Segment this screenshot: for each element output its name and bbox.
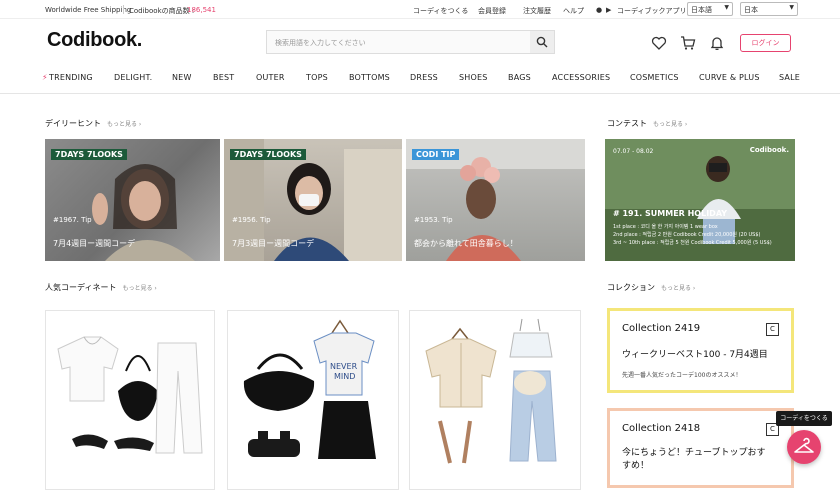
collection-icon: C <box>766 323 779 336</box>
more-link[interactable]: もっと見る › <box>122 285 156 292</box>
outfit-image: NEVER MIND <box>243 319 376 459</box>
nav-item-delight[interactable]: DELIGHT. <box>114 73 152 82</box>
search-button[interactable] <box>530 31 554 53</box>
shipping-text: Worldwide Free Shipping <box>45 6 132 14</box>
collection-subtitle: 今にちょうど！チューブトップおすすめ！ <box>622 448 766 471</box>
nav-item-tops[interactable]: TOPS <box>306 73 328 82</box>
contest-prize-line: 3rd ~ 10th place : 적립금 5 천원 Codibook Cre… <box>613 240 772 246</box>
more-link[interactable]: もっと見る › <box>107 121 141 128</box>
card-badge: 7DAYS 7LOOKS <box>51 149 127 160</box>
contest-banner[interactable]: 07.07 - 08.02 Codibook. # 191. SUMMER HO… <box>605 139 795 261</box>
contest-prize-line: 1st place : 코디 올 한 가지 아이템 1 wear box <box>613 224 718 230</box>
contest-headline: # 191. SUMMER HOLIDAY <box>613 209 728 218</box>
collection-subtitle: ウィークリーベスト100 - 7月4週目 <box>622 350 768 360</box>
daily-hint-header: デイリーヒント もっと見る › <box>45 118 141 129</box>
play-icon[interactable]: ▶ <box>606 6 611 14</box>
popular-header: 人気コーディネート もっと見る › <box>45 282 157 293</box>
language-value: 日本語 <box>691 6 712 14</box>
link-create-codi[interactable]: コーディをつくる <box>413 6 468 16</box>
svg-text:MIND: MIND <box>334 372 355 381</box>
daily-hint-card[interactable]: CODI TIP #1953. Tip 都会から離れて田舎暮らし！ <box>406 139 585 261</box>
nav-item-bottoms[interactable]: BOTTOMS <box>349 73 390 82</box>
section-title: 人気コーディネート <box>45 283 117 292</box>
outfit-image <box>57 336 203 454</box>
card-tip-number: #1956. Tip <box>232 216 271 224</box>
chevron-down-icon: ▼ <box>724 4 729 11</box>
contest-header: コンテスト もっと見る › <box>607 118 687 129</box>
country-select[interactable]: 日本 ▼ <box>740 2 798 16</box>
product-count-value: 186,541 <box>187 6 216 14</box>
apple-icon[interactable]: ● <box>596 6 602 14</box>
card-title: 都会から離れて田舎暮らし！ <box>414 239 518 248</box>
top-bar: Worldwide Free Shipping Codibookの商品数 : 1… <box>0 0 840 19</box>
outfit-card[interactable] <box>409 310 581 490</box>
category-nav: ⚡ TRENDING DELIGHT. NEW BEST OUTER TOPS … <box>0 68 840 94</box>
heart-icon[interactable] <box>651 35 667 51</box>
nav-item-cosmetics[interactable]: COSMETICS <box>630 73 679 82</box>
contest-dates: 07.07 - 08.02 <box>613 148 654 155</box>
collection-description: 先週一番人気だったコーデ100のオススメ！ <box>622 372 742 379</box>
product-count-label: Codibookの商品数 : <box>129 7 195 15</box>
nav-item-curve-plus[interactable]: CURVE & PLUS <box>699 73 760 82</box>
divider <box>123 5 124 14</box>
collection-name: Collection 2418 <box>622 423 701 434</box>
daily-hint-card[interactable]: 7DAYS 7LOOKS #1967. Tip 7月4週目ー週間コーデ <box>45 139 220 261</box>
nav-item-new[interactable]: NEW <box>172 73 192 82</box>
link-register[interactable]: 会員登録 <box>478 6 506 16</box>
search-icon <box>536 36 548 48</box>
link-order-history[interactable]: 注文履歴 <box>523 6 551 16</box>
svg-text:NEVER: NEVER <box>330 362 358 371</box>
card-tip-number: #1953. Tip <box>414 216 453 224</box>
cart-icon[interactable] <box>680 35 696 51</box>
outfit-card[interactable]: NEVER MIND <box>227 310 399 490</box>
nav-item-outer[interactable]: OUTER <box>256 73 285 82</box>
search-input[interactable]: 検索用語を入力してください <box>275 38 366 48</box>
link-app[interactable]: コーディブックアプリ <box>617 6 687 16</box>
collection-card[interactable]: Collection 2418 C 今にちょうど！チューブトップおすすめ！ <box>607 408 794 488</box>
outfit-image <box>425 318 557 464</box>
hanger-icon <box>794 437 814 453</box>
collection-card[interactable]: Collection 2419 C ウィークリーベスト100 - 7月4週目 先… <box>607 308 794 393</box>
chevron-down-icon: ▼ <box>789 4 794 11</box>
card-badge: 7DAYS 7LOOKS <box>230 149 306 160</box>
outfit-card[interactable] <box>45 310 215 490</box>
contest-brand: Codibook. <box>749 146 789 154</box>
logo[interactable]: Codibook. <box>47 29 142 52</box>
collection-name: Collection 2419 <box>622 323 701 334</box>
nav-item-shoes[interactable]: SHOES <box>459 73 488 82</box>
create-codi-tooltip: コーディをつくる <box>776 411 832 426</box>
collection-header: コレクション もっと見る › <box>607 282 695 293</box>
link-help[interactable]: ヘルプ <box>563 6 584 16</box>
search-bar[interactable]: 検索用語を入力してください <box>266 30 555 54</box>
daily-hint-card[interactable]: 7DAYS 7LOOKS #1956. Tip 7月3週目ー週間コーデ <box>224 139 402 261</box>
section-title: デイリーヒント <box>45 119 101 128</box>
card-tip-number: #1967. Tip <box>53 216 92 224</box>
more-link[interactable]: もっと見る › <box>661 285 695 292</box>
create-codi-fab[interactable] <box>787 430 821 464</box>
contest-prize-line: 2nd place : 적립금 2 만원 Codibook Credit 20,… <box>613 232 761 238</box>
nav-item-bags[interactable]: BAGS <box>508 73 531 82</box>
nav-item-accessories[interactable]: ACCESSORIES <box>552 73 610 82</box>
section-title: コンテスト <box>607 119 647 128</box>
bell-icon[interactable] <box>709 35 725 51</box>
card-badge: CODI TIP <box>412 149 460 160</box>
nav-item-dress[interactable]: DRESS <box>410 73 438 82</box>
card-title: 7月3週目ー週間コーデ <box>232 239 315 248</box>
country-value: 日本 <box>744 6 758 14</box>
login-button[interactable]: ログイン <box>740 34 791 52</box>
nav-item-trending[interactable]: TRENDING <box>49 73 93 82</box>
more-link[interactable]: もっと見る › <box>653 121 687 128</box>
nav-item-sale[interactable]: SALE <box>779 73 800 82</box>
nav-item-best[interactable]: BEST <box>213 73 234 82</box>
section-title: コレクション <box>607 283 655 292</box>
card-title: 7月4週目ー週間コーデ <box>53 239 136 248</box>
language-select[interactable]: 日本語 ▼ <box>687 2 733 16</box>
trending-icon: ⚡ <box>42 73 48 82</box>
